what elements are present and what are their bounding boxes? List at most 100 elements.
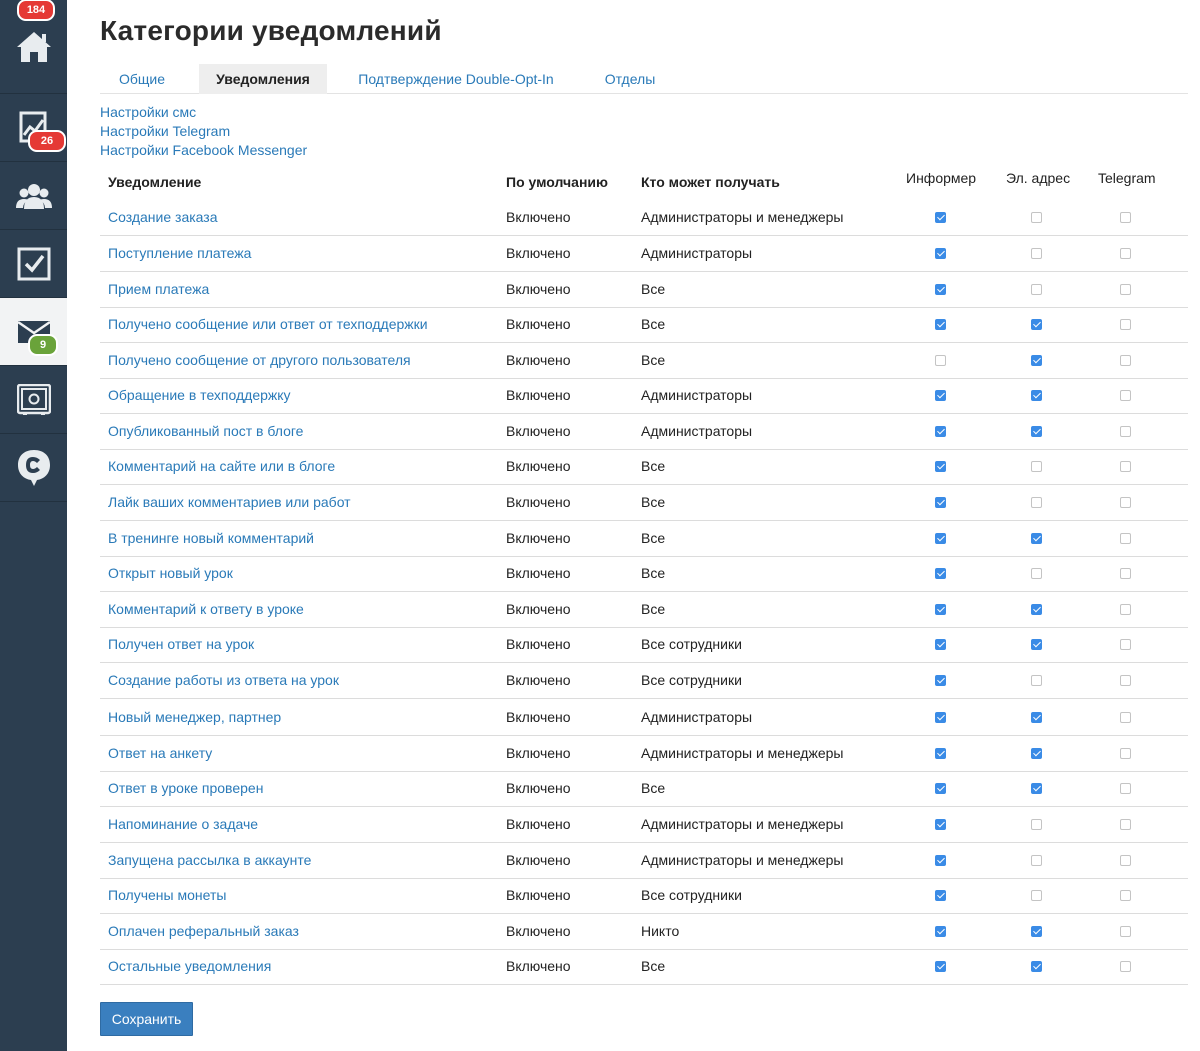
sidebar-item-safe[interactable] [0, 366, 67, 434]
email-checkbox[interactable] [1031, 319, 1042, 330]
sidebar-item-users[interactable] [0, 162, 67, 230]
informer-checkbox[interactable] [935, 355, 946, 366]
email-checkbox[interactable] [1031, 604, 1042, 615]
telegram-checkbox[interactable] [1120, 855, 1131, 866]
informer-checkbox[interactable] [935, 712, 946, 723]
email-checkbox[interactable] [1031, 390, 1042, 401]
sidebar-item-chat[interactable] [0, 434, 67, 502]
email-checkbox[interactable] [1031, 961, 1042, 972]
notification-name-link[interactable]: Получено сообщение или ответ от техподде… [108, 307, 428, 342]
informer-checkbox[interactable] [935, 248, 946, 259]
notification-name-link[interactable]: Обращение в техподдержку [108, 378, 291, 413]
notification-name-link[interactable]: Опубликованный пост в блоге [108, 414, 303, 449]
informer-checkbox[interactable] [935, 639, 946, 650]
telegram-checkbox[interactable] [1120, 390, 1131, 401]
email-checkbox[interactable] [1031, 890, 1042, 901]
notification-name-link[interactable]: Ответ в уроке проверен [108, 771, 263, 806]
telegram-checkbox[interactable] [1120, 284, 1131, 295]
telegram-checkbox[interactable] [1120, 783, 1131, 794]
notification-name-link[interactable]: Создание заказа [108, 200, 218, 235]
telegram-checkbox[interactable] [1120, 890, 1131, 901]
notification-name-link[interactable]: Напоминание о задаче [108, 807, 258, 842]
notification-name-link[interactable]: Получено сообщение от другого пользовате… [108, 343, 411, 378]
informer-checkbox[interactable] [935, 675, 946, 686]
telegram-settings-link[interactable]: Настройки Telegram [100, 122, 230, 141]
informer-checkbox[interactable] [935, 855, 946, 866]
informer-checkbox[interactable] [935, 890, 946, 901]
email-checkbox[interactable] [1031, 748, 1042, 759]
tab-general[interactable]: Общие [100, 64, 184, 94]
informer-checkbox[interactable] [935, 212, 946, 223]
informer-checkbox[interactable] [935, 284, 946, 295]
telegram-checkbox[interactable] [1120, 675, 1131, 686]
email-checkbox[interactable] [1031, 568, 1042, 579]
informer-checkbox[interactable] [935, 748, 946, 759]
informer-checkbox[interactable] [935, 819, 946, 830]
informer-checkbox[interactable] [935, 568, 946, 579]
notification-name-link[interactable]: Лайк ваших комментариев или работ [108, 485, 351, 520]
notification-name-link[interactable]: Запущена рассылка в аккаунте [108, 843, 311, 878]
notification-name-link[interactable]: Получены монеты [108, 878, 226, 913]
notification-name-link[interactable]: Оплачен реферальный заказ [108, 914, 299, 949]
email-checkbox[interactable] [1031, 426, 1042, 437]
telegram-checkbox[interactable] [1120, 748, 1131, 759]
notification-name-link[interactable]: Поступление платежа [108, 236, 251, 271]
telegram-checkbox[interactable] [1120, 248, 1131, 259]
informer-checkbox[interactable] [935, 533, 946, 544]
sms-settings-link[interactable]: Настройки смс [100, 103, 196, 122]
telegram-checkbox[interactable] [1120, 639, 1131, 650]
email-checkbox[interactable] [1031, 248, 1042, 259]
informer-checkbox[interactable] [935, 783, 946, 794]
notification-name-link[interactable]: Остальные уведомления [108, 949, 271, 984]
email-checkbox[interactable] [1031, 284, 1042, 295]
informer-checkbox[interactable] [935, 604, 946, 615]
sidebar-item-home[interactable]: 184 [0, 0, 67, 94]
email-checkbox[interactable] [1031, 497, 1042, 508]
telegram-checkbox[interactable] [1120, 497, 1131, 508]
email-checkbox[interactable] [1031, 783, 1042, 794]
notification-name-link[interactable]: Получен ответ на урок [108, 627, 254, 662]
informer-checkbox[interactable] [935, 961, 946, 972]
telegram-checkbox[interactable] [1120, 819, 1131, 830]
email-checkbox[interactable] [1031, 819, 1042, 830]
email-checkbox[interactable] [1031, 639, 1042, 650]
notification-name-link[interactable]: Комментарий на сайте или в блоге [108, 449, 335, 484]
notification-name-link[interactable]: Ответ на анкету [108, 736, 212, 771]
telegram-checkbox[interactable] [1120, 355, 1131, 366]
email-checkbox[interactable] [1031, 212, 1042, 223]
email-checkbox[interactable] [1031, 533, 1042, 544]
email-checkbox[interactable] [1031, 926, 1042, 937]
telegram-checkbox[interactable] [1120, 926, 1131, 937]
notification-name-link[interactable]: Создание работы из ответа на урок [108, 663, 339, 698]
email-checkbox[interactable] [1031, 355, 1042, 366]
informer-checkbox[interactable] [935, 926, 946, 937]
notification-name-link[interactable]: Открыт новый урок [108, 556, 233, 591]
informer-checkbox[interactable] [935, 319, 946, 330]
notification-name-link[interactable]: Комментарий к ответу в уроке [108, 592, 304, 627]
sidebar-item-stats[interactable]: 26 [0, 94, 67, 162]
informer-checkbox[interactable] [935, 461, 946, 472]
notification-name-link[interactable]: Новый менеджер, партнер [108, 700, 281, 735]
telegram-checkbox[interactable] [1120, 319, 1131, 330]
tab-double-opt-in[interactable]: Подтверждение Double-Opt-In [348, 64, 564, 94]
telegram-checkbox[interactable] [1120, 212, 1131, 223]
email-checkbox[interactable] [1031, 461, 1042, 472]
facebook-settings-link[interactable]: Настройки Facebook Messenger [100, 141, 307, 160]
email-checkbox[interactable] [1031, 675, 1042, 686]
telegram-checkbox[interactable] [1120, 604, 1131, 615]
telegram-checkbox[interactable] [1120, 461, 1131, 472]
telegram-checkbox[interactable] [1120, 961, 1131, 972]
informer-checkbox[interactable] [935, 390, 946, 401]
telegram-checkbox[interactable] [1120, 533, 1131, 544]
sidebar-item-messages[interactable]: 9 [0, 298, 67, 366]
save-button[interactable]: Сохранить [100, 1002, 193, 1036]
telegram-checkbox[interactable] [1120, 568, 1131, 579]
informer-checkbox[interactable] [935, 426, 946, 437]
telegram-checkbox[interactable] [1120, 712, 1131, 723]
email-checkbox[interactable] [1031, 712, 1042, 723]
informer-checkbox[interactable] [935, 497, 946, 508]
sidebar-item-tasks[interactable] [0, 230, 67, 298]
notification-name-link[interactable]: В тренинге новый комментарий [108, 521, 314, 556]
email-checkbox[interactable] [1031, 855, 1042, 866]
telegram-checkbox[interactable] [1120, 426, 1131, 437]
